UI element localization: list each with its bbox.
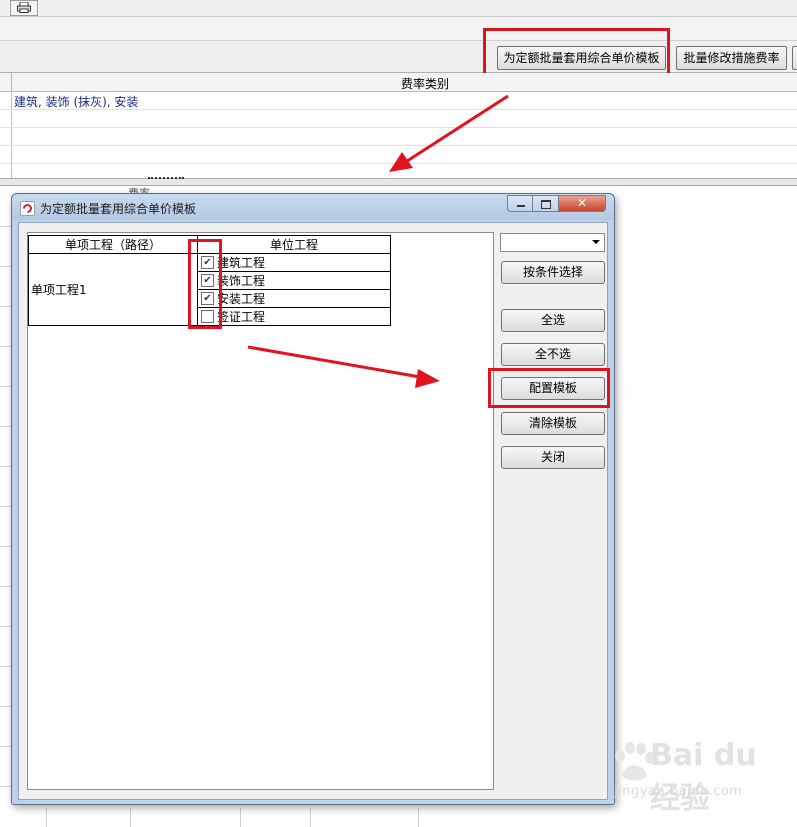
grid-line xyxy=(46,808,47,827)
grid-line xyxy=(310,808,311,827)
close-window-button[interactable]: ✕ xyxy=(559,195,606,212)
checkbox-anzhuang[interactable]: ✔ xyxy=(201,292,214,305)
pane-splitter[interactable] xyxy=(0,178,797,186)
dialog-title: 为定额批量套用综合单价模板 xyxy=(40,202,197,216)
table-row[interactable] xyxy=(0,128,797,146)
unit-label: 装饰工程 xyxy=(217,274,266,288)
row-header xyxy=(0,161,12,178)
unit-label: 建筑工程 xyxy=(217,256,266,270)
toolbar: 为定额批量套用综合单价模板 批量修改措施费率 xyxy=(0,41,797,73)
unit-project-list[interactable]: 单项工程（路径） 单位工程 单项工程1 ✔ 建筑工程 ✔ 装饰工程 ✔ 安装工程 签证… xyxy=(27,232,494,790)
minimize-icon xyxy=(517,205,525,207)
maximize-button[interactable] xyxy=(533,195,559,212)
watermark-url: jingyan.baidu.com xyxy=(614,784,743,799)
unit-project-table: 单项工程（路径） 单位工程 单项工程1 ✔ 建筑工程 ✔ 装饰工程 ✔ 安装工程 签证… xyxy=(28,235,391,326)
row-header xyxy=(0,110,12,127)
printer-icon xyxy=(17,2,31,13)
row-header xyxy=(0,128,12,145)
chevron-down-icon xyxy=(592,240,600,244)
top-menu-bar xyxy=(0,0,797,17)
fee-category-cell: 建筑, 装饰 (抹灰), 安装 xyxy=(14,95,139,109)
unit-row-anzhuang[interactable]: ✔ 安装工程 xyxy=(197,289,391,308)
grid-line xyxy=(130,808,131,827)
unit-row-qianzheng[interactable]: 签证工程 xyxy=(197,307,391,326)
single-project-cell: 单项工程1 xyxy=(28,253,198,326)
select-none-button[interactable]: 全不选 xyxy=(501,343,605,366)
app-icon xyxy=(20,201,35,216)
watermark-brand: Bai du 经验 xyxy=(650,738,757,816)
close-button[interactable]: 关闭 xyxy=(501,446,605,469)
select-by-condition-button[interactable]: 按条件选择 xyxy=(501,261,605,284)
ribbon-band xyxy=(0,17,797,41)
column-header-unit-project: 单位工程 xyxy=(197,235,391,254)
apply-template-button[interactable]: 为定额批量套用综合单价模板 xyxy=(497,46,666,70)
column-header-fee-category: 费率类别 xyxy=(400,77,449,91)
dialog-body: 单项工程（路径） 单位工程 单项工程1 ✔ 建筑工程 ✔ 装饰工程 ✔ 安装工程 签证… xyxy=(18,222,608,800)
row-header-corner xyxy=(0,73,12,91)
apply-template-dialog: 为定额批量套用综合单价模板 ✕ 单项工程（路径） 单位工程 单项工程1 ✔ 建筑工… xyxy=(11,193,615,805)
condition-dropdown[interactable] xyxy=(500,233,605,252)
grid-line xyxy=(418,808,419,827)
batch-modify-fee-button[interactable]: 批量修改措施费率 xyxy=(676,46,787,70)
close-icon: ✕ xyxy=(576,196,588,210)
checkbox-qianzheng[interactable] xyxy=(201,310,214,323)
splitter-grip[interactable] xyxy=(148,177,184,183)
unit-label: 签证工程 xyxy=(217,310,266,324)
checkbox-jianzhu[interactable]: ✔ xyxy=(201,256,214,269)
dialog-button-column: 按条件选择 全选 全不选 配置模板 清除模板 关闭 xyxy=(495,231,609,791)
table-row[interactable]: 建筑, 装饰 (抹灰), 安装 xyxy=(0,92,797,110)
unit-row-zhuangshi[interactable]: ✔ 装饰工程 xyxy=(197,271,391,290)
minimize-button[interactable] xyxy=(507,195,533,212)
table-row[interactable] xyxy=(0,110,797,128)
baidu-watermark: Bai du 经验 jingyan.baidu.com xyxy=(610,738,795,816)
row-header xyxy=(0,92,12,109)
toolbar-overflow-button[interactable] xyxy=(792,46,797,70)
clear-template-button[interactable]: 清除模板 xyxy=(501,412,605,435)
dialog-titlebar[interactable]: 为定额批量套用综合单价模板 ✕ xyxy=(12,194,614,220)
print-button[interactable] xyxy=(10,0,38,16)
unit-label: 安装工程 xyxy=(217,292,266,306)
config-template-button[interactable]: 配置模板 xyxy=(501,377,605,400)
grid-line xyxy=(240,808,241,827)
unit-row-jianzhu[interactable]: ✔ 建筑工程 xyxy=(197,253,391,272)
maximize-icon xyxy=(541,200,551,209)
grid-header: 费率类别 xyxy=(0,73,797,92)
checkbox-zhuangshi[interactable]: ✔ xyxy=(201,274,214,287)
select-all-button[interactable]: 全选 xyxy=(501,309,605,332)
column-header-single-project: 单项工程（路径） xyxy=(28,235,198,254)
table-row[interactable] xyxy=(0,161,797,179)
